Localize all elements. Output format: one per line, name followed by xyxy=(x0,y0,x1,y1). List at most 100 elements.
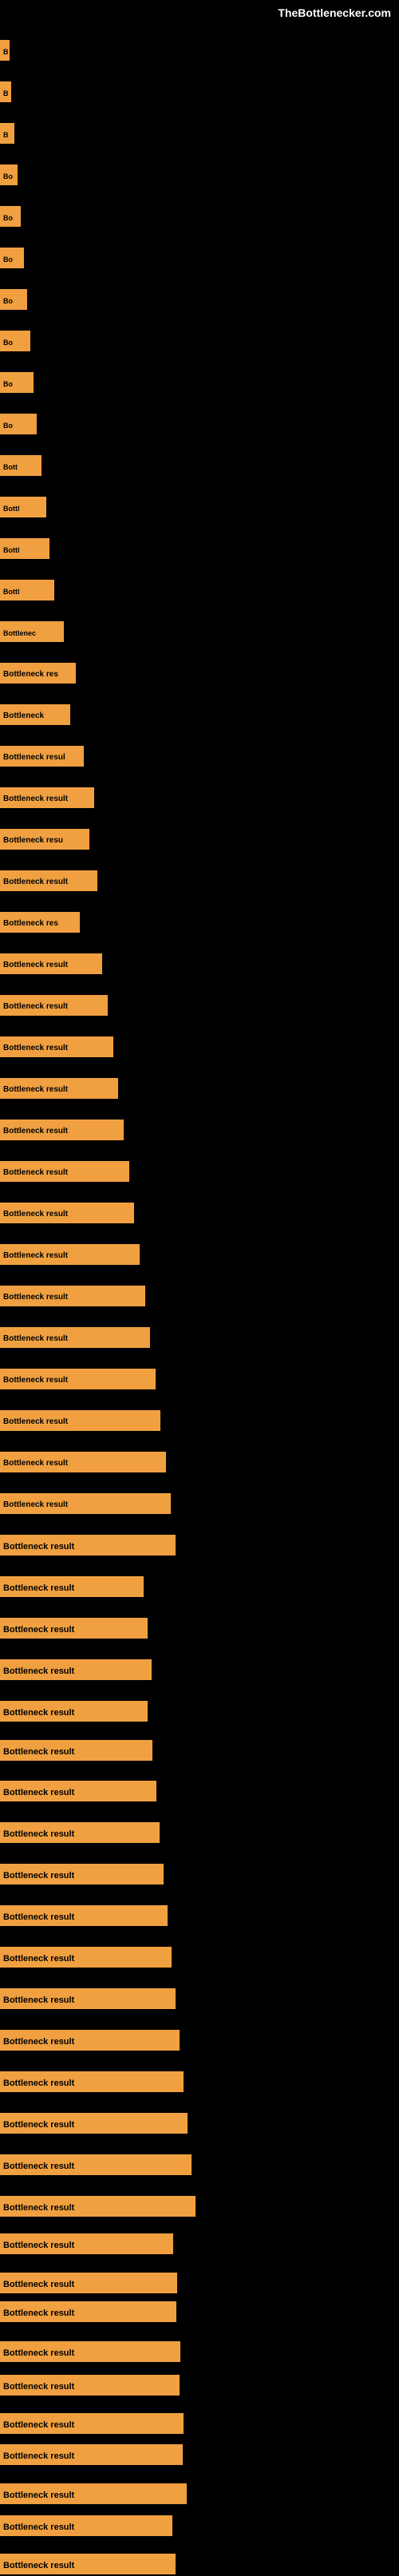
site-title: TheBottlenecker.com xyxy=(278,6,391,19)
bar-label: Bottleneck result xyxy=(0,1452,166,1472)
bar-item: Bo xyxy=(0,412,37,436)
bar-item: Bottleneck result xyxy=(0,1945,172,1969)
bar-label: Bottleneck result xyxy=(0,2154,192,2175)
bar-label: Bottleneck result xyxy=(0,1947,172,1968)
bar-label: Bottl xyxy=(0,538,49,559)
bar-item: Bottleneck resu xyxy=(0,827,89,851)
bar-label: Bo xyxy=(0,372,34,393)
bar-label: Bottleneck res xyxy=(0,663,76,684)
bar-item: Bottleneck result xyxy=(0,1409,160,1433)
bar-item: Bottleneck result xyxy=(0,1201,134,1225)
bar-label: Bottleneck result xyxy=(0,2413,184,2434)
bar-label: Bottleneck result xyxy=(0,1864,164,1884)
bar-label: Bottleneck result xyxy=(0,1120,124,1140)
bar-label: Bottl xyxy=(0,580,54,600)
bar-label: Bottleneck result xyxy=(0,2515,172,2536)
bar-label: Bottleneck result xyxy=(0,2113,188,2134)
bar-item: Bottl xyxy=(0,578,54,602)
bar-label: Bo xyxy=(0,331,30,351)
bar-item: Bottl xyxy=(0,495,46,519)
bar-label: Bottleneck result xyxy=(0,953,102,974)
bar-item: B xyxy=(0,80,11,104)
bar-item: Bottleneck result xyxy=(0,1987,176,2011)
bar-item: Bottleneck result xyxy=(0,2028,180,2052)
bar-item: Bo xyxy=(0,329,30,353)
bar-item: Bottleneck result xyxy=(0,1904,168,1928)
bar-label: Bottleneck result xyxy=(0,1659,152,1680)
bar-item: Bottleneck result xyxy=(0,1367,156,1391)
bar-item: Bott xyxy=(0,454,41,478)
bar-label: Bottleneck result xyxy=(0,870,97,891)
bar-item: Bottleneck result xyxy=(0,2552,176,2576)
bar-item: B xyxy=(0,38,10,62)
bar-label: B xyxy=(0,40,10,61)
bar-item: B xyxy=(0,121,14,145)
bar-label: Bott xyxy=(0,455,41,476)
bar-label: Bottleneck res xyxy=(0,912,80,933)
bar-label: Bottleneck result xyxy=(0,2483,187,2504)
bar-label: Bottleneck result xyxy=(0,1822,160,1843)
bar-label: Bottleneck resu xyxy=(0,829,89,850)
bar-label: Bo xyxy=(0,248,24,268)
bar-label: Bottleneck result xyxy=(0,2196,196,2217)
bar-item: Bottleneck result xyxy=(0,2482,187,2506)
bar-label: B xyxy=(0,81,11,102)
bar-item: Bottleneck result xyxy=(0,1118,124,1142)
bar-label: Bottleneck result xyxy=(0,2233,173,2254)
bar-label: Bottlenec xyxy=(0,621,64,642)
bar-item: Bottleneck result xyxy=(0,1738,152,1762)
bar-label: Bottleneck result xyxy=(0,1618,148,1639)
bar-item: Bo xyxy=(0,287,27,311)
bar-item: Bottleneck result xyxy=(0,1242,140,1266)
bar-label: Bottleneck result xyxy=(0,2071,184,2092)
bar-item: Bottleneck result xyxy=(0,1821,160,1845)
bar-item: Bottleneck result xyxy=(0,1159,129,1183)
bar-label: Bottl xyxy=(0,497,46,517)
bar-item: Bottleneck result xyxy=(0,2373,180,2397)
bar-label: Bottleneck result xyxy=(0,1740,152,1761)
bar-item: Bottleneck result xyxy=(0,1575,144,1599)
bar-label: Bottleneck result xyxy=(0,995,108,1016)
bar-item: Bottleneck res xyxy=(0,661,76,685)
bar-label: B xyxy=(0,123,14,144)
bar-item: Bottleneck result xyxy=(0,2232,173,2256)
bar-item: Bo xyxy=(0,246,24,270)
bar-item: Bottleneck result xyxy=(0,786,94,810)
bar-label: Bo xyxy=(0,414,37,434)
bar-label: Bottleneck result xyxy=(0,1781,156,1801)
bar-label: Bottleneck result xyxy=(0,1988,176,2009)
bar-label: Bo xyxy=(0,289,27,310)
bar-item: Bottleneck result xyxy=(0,1616,148,1640)
bar-label: Bottleneck result xyxy=(0,1244,140,1265)
bar-label: Bottleneck result xyxy=(0,2030,180,2051)
bar-label: Bottleneck result xyxy=(0,1576,144,1597)
bar-label: Bottleneck result xyxy=(0,1036,113,1057)
bar-item: Bottleneck result xyxy=(0,993,108,1017)
bar-label: Bottleneck xyxy=(0,704,70,725)
bar-label: Bottleneck result xyxy=(0,1701,148,1722)
bar-label: Bottleneck result xyxy=(0,1369,156,1389)
bar-label: Bottleneck result xyxy=(0,2273,177,2293)
bar-item: Bottleneck result xyxy=(0,869,97,893)
bar-label: Bottleneck result xyxy=(0,1203,134,1223)
bar-item: Bottleneck result xyxy=(0,1699,148,1723)
bar-item: Bottleneck result xyxy=(0,2194,196,2218)
bar-label: Bottleneck result xyxy=(0,787,94,808)
bar-label: Bottleneck result xyxy=(0,1410,160,1431)
bar-item: Bottleneck result xyxy=(0,1862,164,1886)
bar-item: Bottleneck result xyxy=(0,1035,113,1059)
bar-item: Bottleneck result xyxy=(0,1492,171,1516)
bar-item: Bottleneck result xyxy=(0,1450,166,1474)
bar-label: Bottleneck result xyxy=(0,1493,171,1514)
bar-label: Bottleneck result xyxy=(0,1161,129,1182)
bar-label: Bo xyxy=(0,206,21,227)
bar-label: Bottleneck result xyxy=(0,2301,176,2322)
bar-label: Bottleneck result xyxy=(0,1327,150,1348)
bar-item: Bo xyxy=(0,163,18,187)
bar-label: Bottleneck result xyxy=(0,2375,180,2396)
bar-item: Bottleneck result xyxy=(0,2153,192,2177)
bar-item: Bottleneck result xyxy=(0,1284,145,1308)
bar-item: Bottl xyxy=(0,537,49,561)
bar-item: Bottleneck result xyxy=(0,1533,176,1557)
bar-item: Bottleneck result xyxy=(0,1779,156,1803)
